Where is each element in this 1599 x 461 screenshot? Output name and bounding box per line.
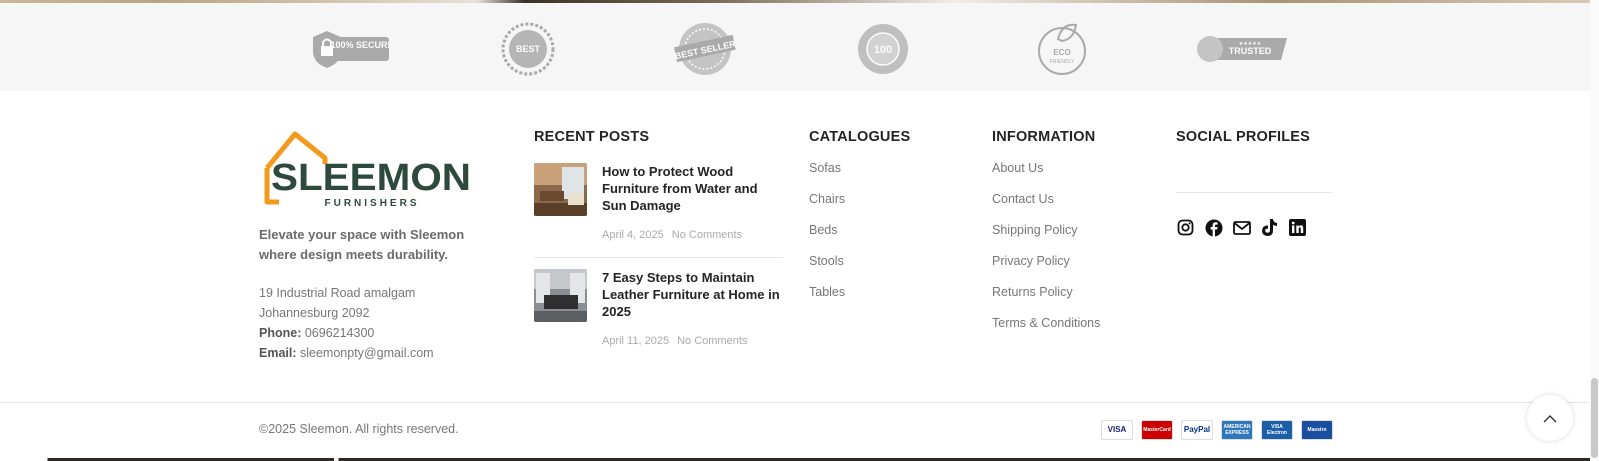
phone-label: Phone: <box>259 326 302 340</box>
social-profiles-title: SOCIAL PROFILES <box>1176 129 1311 145</box>
info-link-terms[interactable]: Terms & Conditions <box>992 315 1100 346</box>
tiktok-icon[interactable] <box>1260 218 1279 237</box>
info-link-shipping-policy[interactable]: Shipping Policy <box>992 222 1100 253</box>
payment-american-express-icon: AMERICAN EXPRESS <box>1221 420 1253 440</box>
scrollbar[interactable] <box>1590 0 1599 461</box>
best-seller-badge-icon: BEST SELLER <box>673 21 737 77</box>
secure-lock-badge-icon: 100% SECURE <box>309 21 391 77</box>
phone-link[interactable]: 0696214300 <box>305 326 375 340</box>
recent-post-item[interactable]: How to Protect Wood Furniture from Water… <box>534 163 784 253</box>
info-link-returns-policy[interactable]: Returns Policy <box>992 284 1100 315</box>
recent-post-item[interactable]: 7 Easy Steps to Maintain Leather Furnitu… <box>534 269 784 359</box>
facebook-icon[interactable] <box>1204 218 1223 237</box>
post-title-link[interactable]: 7 Easy Steps to Maintain Leather Furnitu… <box>602 269 782 320</box>
post-thumbnail[interactable] <box>534 269 587 322</box>
info-link-about-us[interactable]: About Us <box>992 160 1100 191</box>
instagram-icon[interactable] <box>1176 218 1195 237</box>
post-thumbnail[interactable] <box>534 163 587 216</box>
social-divider <box>1176 192 1332 193</box>
brand-tagline: Elevate your space with Sleemon where de… <box>259 227 465 262</box>
email-link[interactable]: sleemonpty@gmail.com <box>300 346 434 360</box>
payment-visa-icon: VISA <box>1101 420 1133 440</box>
recent-posts-title: RECENT POSTS <box>534 129 650 145</box>
badge-text: TRUSTED <box>1229 46 1272 56</box>
scroll-to-top-button[interactable] <box>1527 395 1573 441</box>
email-label: Email: <box>259 346 297 360</box>
address-text: 19 Industrial Road amalgam Johannesburg … <box>259 286 416 320</box>
payment-paypal-icon: PayPal <box>1181 420 1213 440</box>
catalogue-link-beds[interactable]: Beds <box>809 222 845 253</box>
post-title-link[interactable]: How to Protect Wood Furniture from Water… <box>602 163 782 214</box>
email-icon[interactable] <box>1232 218 1251 237</box>
eco-friendly-badge-icon: ECO FRIENDLY <box>1036 21 1088 77</box>
catalogue-link-chairs[interactable]: Chairs <box>809 191 845 222</box>
social-icons <box>1176 218 1307 237</box>
trusted-badge-icon: TRUSTED ★★★★★ <box>1197 21 1289 77</box>
information-list: About Us Contact Us Shipping Policy Priv… <box>992 160 1100 346</box>
svg-text:FRIENDLY: FRIENDLY <box>1050 59 1075 65</box>
copyright-text: ©2025 Sleemon. All rights reserved. <box>259 422 459 436</box>
svg-text:★★★★★: ★★★★★ <box>1239 41 1262 47</box>
svg-text:ECO: ECO <box>1053 48 1070 57</box>
info-link-contact-us[interactable]: Contact Us <box>992 191 1100 222</box>
catalogue-link-stools[interactable]: Stools <box>809 253 845 284</box>
payment-maestro-icon: Maestro <box>1301 420 1333 440</box>
sleemon-logo[interactable]: SLEEMON FURNISHERS <box>259 126 474 210</box>
info-link-privacy-policy[interactable]: Privacy Policy <box>992 253 1100 284</box>
trust-badges-bar: 100% SECURE BEST BEST SELLER 100 ECO FRI… <box>0 3 1590 91</box>
chevron-up-icon <box>1543 414 1557 422</box>
post-date: April 4, 2025 <box>602 229 664 241</box>
customer-satisfaction-badge-icon: 100 <box>856 21 910 77</box>
brand-subname: FURNISHERS <box>324 198 419 209</box>
catalogues-title: CATALOGUES <box>809 129 911 145</box>
payment-mastercard-icon: MasterCard <box>1141 420 1173 440</box>
footer-main: SLEEMON FURNISHERS Elevate your space wi… <box>0 91 1590 402</box>
brand-name: SLEEMON <box>271 157 471 199</box>
catalogue-link-sofas[interactable]: Sofas <box>809 160 845 191</box>
scrollbar-thumb[interactable] <box>1591 378 1598 458</box>
post-date: April 11, 2025 <box>602 335 670 347</box>
payment-methods: VISA MasterCard PayPal AMERICAN EXPRESS VISA… <box>1101 420 1333 440</box>
svg-text:BEST: BEST <box>516 44 541 54</box>
contact-info: 19 Industrial Road amalgam Johannesburg … <box>259 283 494 363</box>
badge-text: 100 <box>874 44 892 56</box>
badge-text: 100% SECURE <box>330 40 391 50</box>
post-divider <box>534 257 783 258</box>
best-quality-badge-icon: BEST <box>500 21 556 77</box>
information-title: INFORMATION <box>992 129 1096 145</box>
catalogues-list: Sofas Chairs Beds Stools Tables <box>809 160 845 315</box>
post-comments-link[interactable]: No Comments <box>672 229 742 241</box>
post-comments-link[interactable]: No Comments <box>677 335 747 347</box>
payment-visa-electron-icon: VISA Electron <box>1261 420 1293 440</box>
footer-bottom-bar: ©2025 Sleemon. All rights reserved. VISA… <box>0 402 1590 459</box>
linkedin-icon[interactable] <box>1288 218 1307 237</box>
catalogue-link-tables[interactable]: Tables <box>809 284 845 315</box>
